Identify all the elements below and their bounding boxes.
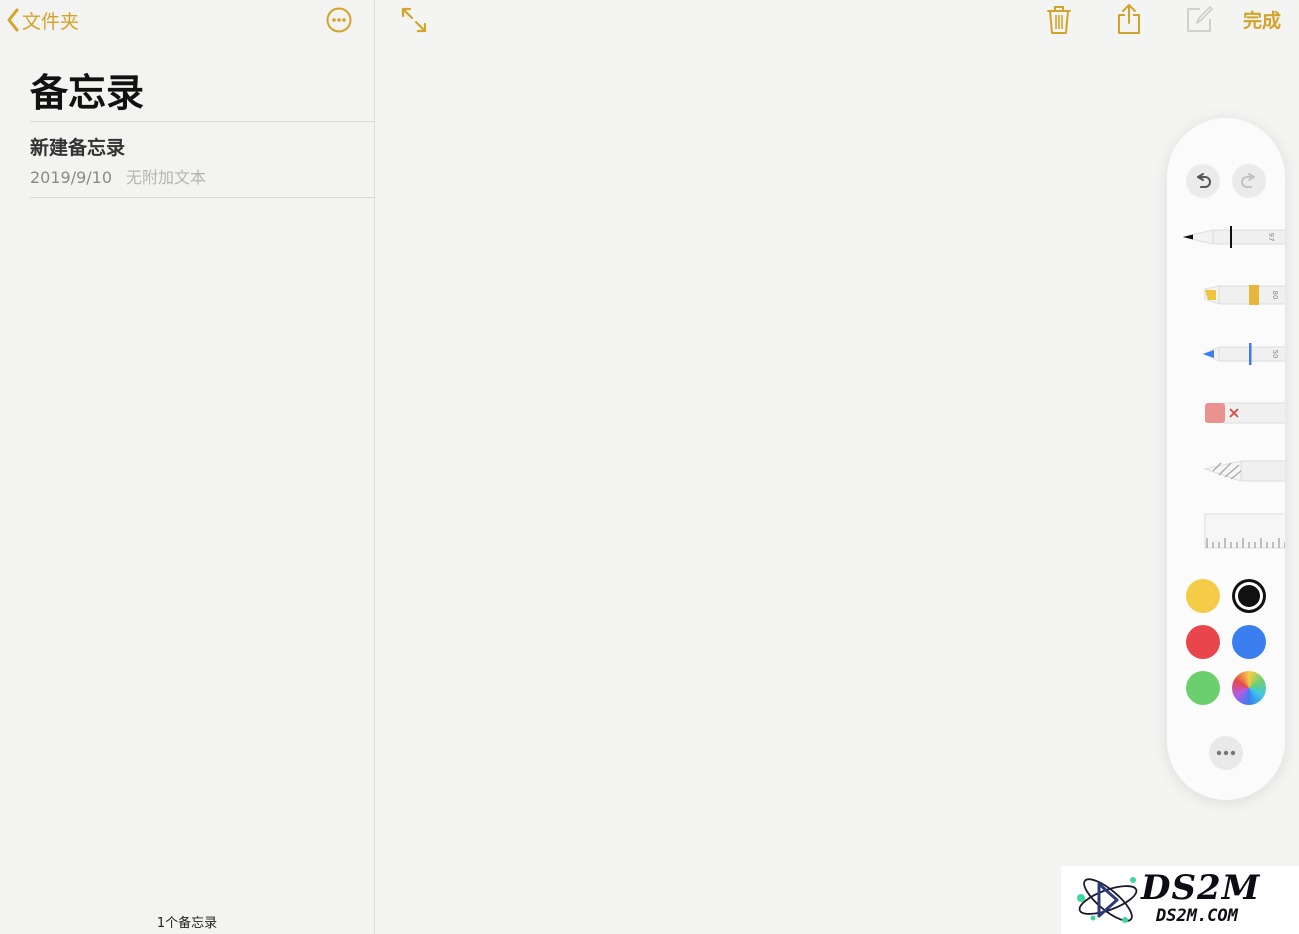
tool-palette: 97 80 50: [1167, 118, 1285, 800]
expand-icon[interactable]: [400, 6, 428, 34]
watermark-url: DS2M.COM: [1156, 906, 1238, 926]
highlighter-tool[interactable]: 80: [1167, 280, 1285, 310]
back-to-folders-button[interactable]: 文件夹: [6, 6, 79, 34]
note-divider: [30, 197, 374, 198]
note-list-item[interactable]: 新建备忘录 2019/9/10 无附加文本: [30, 133, 374, 197]
pencil-width-label: 50: [1271, 350, 1279, 359]
note-title: 新建备忘录: [30, 137, 126, 159]
pencil-tool[interactable]: 50: [1167, 339, 1285, 369]
ellipsis-icon: [1216, 750, 1236, 756]
page-title: 备忘录: [30, 71, 145, 115]
note-editor[interactable]: 完成: [375, 0, 1299, 934]
lasso-tool[interactable]: [1167, 455, 1285, 485]
pen-tool[interactable]: 97: [1167, 222, 1285, 252]
eraser-tool[interactable]: [1167, 398, 1285, 428]
ruler-tool[interactable]: [1167, 512, 1285, 552]
note-date: 2019/9/10: [30, 168, 113, 187]
note-preview: 无附加文本: [126, 168, 207, 187]
highlighter-width-label: 80: [1271, 291, 1279, 300]
done-button[interactable]: 完成: [1243, 6, 1281, 33]
title-divider: [30, 121, 374, 122]
color-swatch-black-selected[interactable]: [1232, 579, 1266, 613]
note-count: 1个备忘录: [156, 916, 218, 931]
compose-icon[interactable]: [1185, 4, 1213, 34]
more-tools-button[interactable]: [1209, 736, 1243, 770]
back-label: 文件夹: [22, 10, 80, 33]
undo-button[interactable]: [1186, 164, 1220, 198]
color-swatch-blue[interactable]: [1232, 625, 1266, 659]
color-wheel-icon[interactable]: [1232, 671, 1266, 705]
watermark-logo-text: DS2M: [1141, 868, 1261, 908]
undo-icon: [1197, 173, 1211, 188]
share-icon[interactable]: [1115, 2, 1143, 36]
selected-color-dot: [1238, 585, 1260, 607]
more-options-icon[interactable]: [326, 7, 352, 33]
notes-sidebar: 文件夹 备忘录 新建备忘录 2019/9/10 无附加文本 1个备忘录: [0, 0, 375, 934]
color-swatch-yellow[interactable]: [1186, 579, 1220, 613]
redo-button[interactable]: [1232, 164, 1266, 198]
pen-width-label: 97: [1267, 233, 1275, 242]
color-swatch-red[interactable]: [1186, 625, 1220, 659]
atom-logo-icon: [1077, 877, 1138, 923]
watermark: DS2M DS2M.COM: [1061, 866, 1299, 934]
chevron-left-icon: [7, 8, 19, 32]
trash-icon[interactable]: [1045, 4, 1073, 36]
color-swatch-green[interactable]: [1186, 671, 1220, 705]
redo-icon: [1241, 173, 1255, 188]
